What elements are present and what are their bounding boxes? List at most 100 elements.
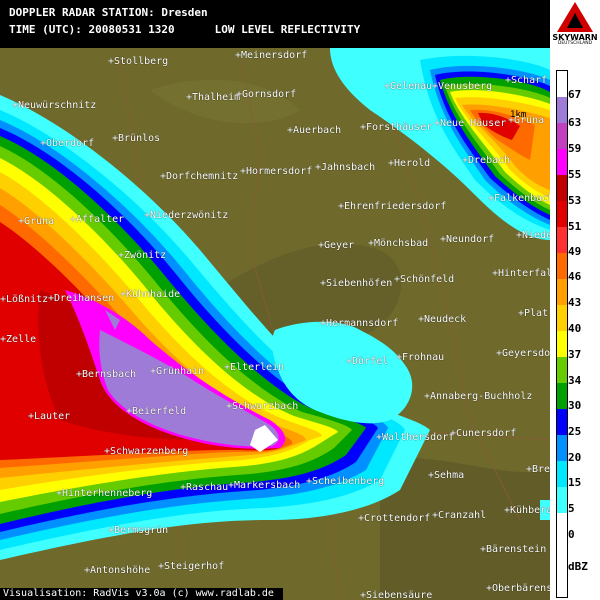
radar-header: DOPPLER RADAR STATION: Dresden TIME (UTC…	[0, 0, 550, 48]
place-label: +Herold	[388, 158, 431, 169]
legend-tick: 67	[568, 88, 582, 101]
place-label: +Beierfeld	[126, 406, 187, 417]
place-label: +Neuwürschnitz	[12, 100, 97, 111]
place-label: +Gornsdorf	[236, 89, 297, 100]
place-label: +Grüna	[18, 216, 55, 227]
legend-tick: 40	[568, 322, 582, 335]
legend-tick: 46	[568, 270, 582, 283]
legend-tick: 59	[568, 142, 582, 155]
logo-subtitle: DEUTSCHLAND	[557, 41, 593, 46]
legend-color-segment	[557, 409, 567, 435]
legend-color-segment	[557, 253, 567, 279]
legend-color-segment	[557, 71, 567, 97]
legend-tick: 25	[568, 425, 582, 438]
place-label: +Falkenbach	[488, 193, 550, 204]
place-label: +Scheibenberg	[306, 476, 385, 487]
place-label: +Bernsbach	[76, 369, 137, 380]
place-label: +Grüna	[508, 115, 545, 126]
place-label: +Hinterfal	[492, 268, 550, 279]
timestamp: TIME (UTC): 20080531 1320	[9, 23, 175, 36]
place-label: +Jahnsbach	[315, 162, 376, 173]
place-label: +Steigerhof	[158, 561, 225, 572]
legend-tick: 63	[568, 116, 582, 129]
skywarn-logo: SKYWARN DEUTSCHLAND	[550, 0, 600, 48]
place-label: +Affalter	[70, 214, 125, 225]
place-label: +Cunersdorf	[450, 428, 517, 439]
legend-color-segment	[557, 487, 567, 513]
place-label: +Bärenstein	[480, 544, 547, 555]
place-label: +Lößnitz	[0, 294, 49, 305]
place-label: +Walthersdorf	[376, 432, 455, 443]
place-label: +Bre	[526, 464, 550, 475]
place-label: +Siebensäure	[360, 590, 433, 600]
legend-color-bar	[556, 70, 568, 598]
place-label: +Mönchsbad	[368, 238, 429, 249]
place-label: +Grünhain	[150, 366, 205, 377]
place-label: +Neue Häuser	[434, 118, 507, 129]
place-label: +Geyer	[318, 240, 355, 251]
legend-tick: 43	[568, 296, 582, 309]
product-name: LOW LEVEL REFLECTIVITY	[214, 23, 361, 36]
legend-color-segment	[557, 305, 567, 331]
place-label: +Antonshöhe	[84, 565, 151, 576]
place-label: +Schwarzenberg	[104, 446, 189, 457]
place-label: +Zwönitz	[118, 250, 167, 261]
place-label: +Stollberg	[108, 56, 169, 67]
legend-unit: dBZ	[568, 560, 588, 573]
place-label: +Lauter	[28, 411, 71, 422]
place-label: +Dörfel	[346, 356, 389, 367]
legend-tick: 0	[568, 528, 575, 541]
place-label: +Neundorf	[440, 234, 495, 245]
legend-color-segment	[557, 123, 567, 149]
legend-tick: 20	[568, 451, 582, 464]
place-label: +Niede	[516, 230, 550, 241]
place-label: +Schönfeld	[394, 274, 455, 285]
place-label: +Crottendorf	[358, 513, 431, 524]
legend-tick: 5	[568, 502, 575, 515]
legend-tick: 55	[568, 168, 582, 181]
place-label: +Siebenhöfen	[320, 278, 393, 289]
legend-color-segment	[557, 201, 567, 227]
legend-color-segment	[557, 149, 567, 175]
place-label: +Meinersdorf	[235, 50, 308, 61]
legend-tick: 34	[568, 374, 582, 387]
legend-color-segment	[557, 97, 567, 123]
place-label: +Gelenau	[384, 81, 433, 92]
place-label: +Oberdorf	[40, 138, 95, 149]
legend-color-segment	[557, 461, 567, 487]
legend-color-segment	[557, 279, 567, 305]
legend-color-segment	[557, 357, 567, 383]
legend-color-segment	[557, 227, 567, 253]
legend-tick: 15	[568, 476, 582, 489]
place-label: +Cranzahl	[432, 510, 487, 521]
place-label: +Bermsgrün	[108, 525, 169, 536]
place-label: +Geyersdo	[496, 348, 550, 359]
legend-color-segment	[557, 383, 567, 409]
place-label: +Hermannsdorf	[320, 318, 399, 329]
place-label: +Elterlein	[224, 362, 285, 373]
place-label: +Kühnhaide	[120, 289, 181, 300]
legend-tick: 51	[568, 220, 582, 233]
place-label: +Raschau	[180, 482, 229, 493]
legend-color-segment	[557, 435, 567, 461]
legend-color-segment	[557, 175, 567, 201]
legend-tick: 49	[568, 245, 582, 258]
legend-tick: 30	[568, 399, 582, 412]
place-label: +Venusberg	[432, 81, 493, 92]
place-label: +Hinterhenneberg	[56, 488, 153, 499]
place-label: +Zelle	[0, 334, 37, 345]
place-label: +Forsthäuser	[360, 122, 433, 133]
radar-map[interactable]: 1km +Meinersdorf +Stollberg +Gelenau +Ve…	[0, 48, 550, 600]
place-label: +Sehma	[428, 470, 465, 481]
place-label: +Brünlos	[112, 133, 161, 144]
place-label: +Annaberg-Buchholz	[424, 391, 533, 402]
legend-tick: 53	[568, 194, 582, 207]
place-label: +Dorfchemnitz	[160, 171, 239, 182]
legend-tick: 37	[568, 348, 582, 361]
place-label: +Neudeck	[418, 314, 467, 325]
place-label: +Markersbach	[228, 480, 301, 491]
place-label: +Dreihansen	[48, 293, 115, 304]
place-label: +Plat	[518, 308, 549, 319]
legend-color-segment	[557, 331, 567, 357]
place-label: +Niederzwönitz	[144, 210, 229, 221]
